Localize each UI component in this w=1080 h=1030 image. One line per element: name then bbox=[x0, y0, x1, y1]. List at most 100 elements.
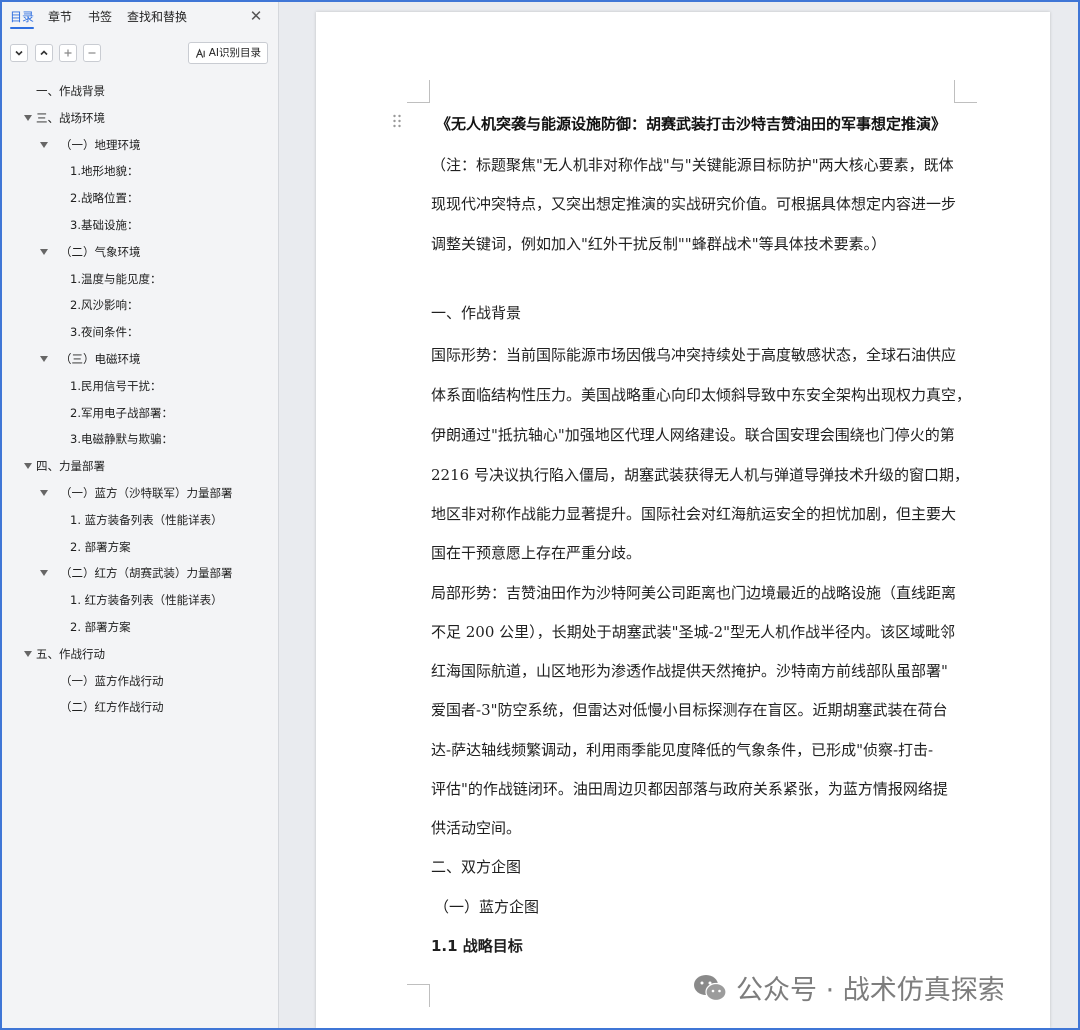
document-title[interactable]: 《无人机突袭与能源设施防御：胡赛武装打击沙特吉赞油田的军事想定推演》 bbox=[436, 113, 946, 134]
toc-item-label: （二）红方（胡赛武装）力量部署 bbox=[60, 566, 233, 581]
close-icon[interactable]: ✕ bbox=[248, 8, 264, 24]
toc-item[interactable]: （二）气象环境 bbox=[2, 241, 278, 263]
caret-down-icon[interactable] bbox=[24, 650, 32, 657]
drag-handle-icon[interactable] bbox=[392, 114, 402, 128]
toc-item[interactable]: （一）地理环境 bbox=[2, 134, 278, 156]
toc-item[interactable]: 1.温度与能见度： bbox=[2, 268, 278, 290]
plus-icon bbox=[64, 49, 72, 57]
navigation-pane: 目录 章节 书签 查找和替换 ✕ AI识别目录 一、作战背景 三、战场环境 （一）地… bbox=[2, 2, 279, 1028]
toc-item[interactable]: 2. 部署方案 bbox=[2, 616, 278, 638]
watermark: 公众号 · 战术仿真探索 bbox=[692, 968, 1005, 1007]
toc-item[interactable]: 1. 蓝方装备列表（性能详表） bbox=[2, 509, 278, 531]
tab-bookmarks[interactable]: 书签 bbox=[88, 8, 112, 25]
paragraph-line[interactable]: 国际形势：当前国际能源市场因俄乌冲突持续处于高度敏感状态，全球石油供应 bbox=[431, 344, 956, 365]
toc-item[interactable]: （一）蓝方（沙特联军）力量部署 bbox=[2, 482, 278, 504]
caret-down-icon[interactable] bbox=[24, 463, 32, 470]
collapse-all-button[interactable] bbox=[10, 44, 28, 62]
toc-item-label: 四、力量部署 bbox=[36, 459, 105, 474]
paragraph-line[interactable]: 调整关键词，例如加入"红外干扰反制""蜂群战术"等具体技术要素。） bbox=[431, 233, 886, 254]
caret-down-icon[interactable] bbox=[40, 570, 48, 577]
toc-item-label: 2. 部署方案 bbox=[70, 620, 131, 634]
caret-down-icon[interactable] bbox=[40, 356, 48, 362]
toc-item-label: 2.风沙影响： bbox=[70, 298, 139, 313]
toc-item-label: 1. 红方装备列表（性能详表） bbox=[70, 593, 223, 608]
ai-icon bbox=[195, 47, 205, 58]
paragraph-line[interactable]: （注：标题聚焦"无人机非对称作战"与"关键能源目标防护"两大核心要素，既体 bbox=[431, 154, 954, 175]
ai-recognize-toc-button[interactable]: AI识别目录 bbox=[187, 42, 268, 64]
toc-item[interactable]: （一）蓝方作战行动 bbox=[2, 670, 278, 692]
toc-item[interactable]: 1. 红方装备列表（性能详表） bbox=[2, 589, 278, 611]
wechat-icon bbox=[694, 974, 727, 1001]
paragraph-line[interactable]: 红海国际航道，山区地形为渗透作战提供天然掩护。沙特南方前线部队虽部署" bbox=[431, 660, 948, 681]
paragraph-line[interactable]: 达-萨达轴线频繁调动，利用雨季能见度降低的气象条件，已形成"侦察-打击- bbox=[431, 739, 933, 760]
toc-toolbar: AI识别目录 bbox=[10, 42, 270, 66]
caret-down-icon[interactable] bbox=[24, 114, 32, 121]
promote-button[interactable] bbox=[59, 44, 77, 62]
toc-item[interactable]: 3.电磁静默与欺骗： bbox=[2, 428, 278, 450]
ai-button-label: AI识别目录 bbox=[208, 47, 261, 59]
expand-all-button[interactable] bbox=[35, 44, 53, 62]
caret-down-icon[interactable] bbox=[40, 490, 48, 496]
watermark-text: 公众号 · 战术仿真探索 bbox=[736, 975, 1005, 1006]
paragraph-line[interactable]: 不足 200 公里），长期处于胡塞武装"圣城-2"型无人机作战半径内。该区域毗邻 bbox=[431, 621, 955, 642]
tab-toc[interactable]: 目录 bbox=[10, 8, 35, 29]
paragraph-line[interactable]: 2216 号决议执行陷入僵局，胡塞武装获得无人机与弹道导弹技术升级的窗口期， bbox=[431, 464, 969, 485]
toc-item[interactable]: 2. 部署方案 bbox=[2, 536, 278, 558]
section-heading[interactable]: 一、作战背景 bbox=[431, 302, 521, 323]
toc-item[interactable]: （二）红方（胡赛武装）力量部署 bbox=[2, 562, 278, 584]
toc-item[interactable]: 2.军用电子战部署： bbox=[2, 402, 278, 424]
page-margin-mark bbox=[407, 984, 430, 1007]
toc-item[interactable]: （二）红方作战行动 bbox=[2, 696, 278, 718]
demote-button[interactable] bbox=[83, 44, 101, 62]
paragraph-line[interactable]: 供活动空间。 bbox=[431, 817, 521, 838]
toc-item-label: 五、作战行动 bbox=[36, 646, 105, 661]
toc-item[interactable]: 四、力量部署 bbox=[2, 455, 278, 477]
minus-icon bbox=[88, 52, 96, 54]
paragraph-line[interactable]: 局部形势：吉赞油田作为沙特阿美公司距离也门边境最近的战略设施（直线距离 bbox=[431, 582, 956, 603]
toc-item-label: （二）红方作战行动 bbox=[60, 700, 164, 715]
toc-item[interactable]: 三、战场环境 bbox=[2, 107, 278, 129]
tab-find-replace[interactable]: 查找和替换 bbox=[127, 8, 187, 25]
toc-item[interactable]: 3.夜间条件： bbox=[2, 321, 278, 343]
paragraph-line[interactable]: 爱国者-3"防空系统，但雷达对低慢小目标探测存在盲区。近期胡塞武装在荷台 bbox=[431, 699, 948, 720]
chevron-down-icon bbox=[15, 50, 23, 56]
paragraph-line[interactable]: 国在干预意愿上存在严重分歧。 bbox=[431, 542, 641, 563]
document-page[interactable]: 《无人机突袭与能源设施防御：胡赛武装打击沙特吉赞油田的军事想定推演》 （注：标题聚… bbox=[316, 12, 1050, 1028]
chevron-up-icon bbox=[40, 50, 48, 56]
page-margin-mark bbox=[954, 80, 977, 103]
toc-item[interactable]: 3.基础设施： bbox=[2, 214, 278, 236]
toc-item-label: 1.民用信号干扰： bbox=[70, 378, 162, 393]
paragraph-line[interactable]: 体系面临结构性压力。美国战略重心向印太倾斜导致中东安全架构出现权力真空， bbox=[431, 384, 971, 405]
section-heading[interactable]: （一）蓝方企图 bbox=[434, 896, 539, 917]
toc-item-label: 1.温度与能见度： bbox=[70, 271, 162, 286]
toc-item[interactable]: 1.地形地貌： bbox=[2, 160, 278, 182]
page-margin-mark bbox=[407, 80, 430, 103]
toc-item[interactable]: （三）电磁环境 bbox=[2, 348, 278, 370]
toc-item-label: 三、战场环境 bbox=[36, 110, 105, 125]
paragraph-line[interactable]: 伊朗通过"抵抗轴心"加强地区代理人网络建设。联合国安理会围绕也门停火的第 bbox=[431, 424, 955, 445]
toc-item-label: （一）地理环境 bbox=[60, 137, 141, 152]
section-heading[interactable]: 1.1 战略目标 bbox=[431, 935, 523, 956]
toc-item-label: （一）蓝方作战行动 bbox=[60, 673, 164, 688]
toc-item-label: （一）蓝方（沙特联军）力量部署 bbox=[60, 486, 233, 500]
sidebar-tabs: 目录 章节 书签 查找和替换 ✕ bbox=[10, 8, 270, 32]
paragraph-line[interactable]: 现现代冲突特点，又突出想定推演的实战研究价值。可根据具体想定内容进一步 bbox=[431, 193, 956, 214]
paragraph-line[interactable]: 评估"的作战链闭环。油田周边贝都因部落与政府关系紧张，为蓝方情报网络提 bbox=[431, 778, 948, 799]
toc-item-label: 2.战略位置： bbox=[70, 191, 139, 206]
caret-down-icon[interactable] bbox=[40, 248, 48, 255]
toc-item[interactable]: 一、作战背景 bbox=[2, 80, 278, 102]
paragraph-line[interactable]: 地区非对称作战能力显著提升。国际社会对红海航运安全的担忧加剧，但主要大 bbox=[431, 503, 956, 524]
toc-item-label: 1.地形地貌： bbox=[70, 164, 139, 179]
toc-item-label: 3.基础设施： bbox=[70, 218, 139, 232]
toc-item-label: 2.军用电子战部署： bbox=[70, 405, 173, 420]
toc-item[interactable]: 1.民用信号干扰： bbox=[2, 375, 278, 397]
toc-item-label: 一、作战背景 bbox=[36, 84, 105, 98]
toc-item[interactable]: 2.战略位置： bbox=[2, 187, 278, 209]
toc-item-label: 3.电磁静默与欺骗： bbox=[70, 432, 173, 447]
toc-item[interactable]: 2.风沙影响： bbox=[2, 294, 278, 316]
document-area: 《无人机突袭与能源设施防御：胡赛武装打击沙特吉赞油田的军事想定推演》 （注：标题聚… bbox=[280, 2, 1078, 1028]
tab-sections[interactable]: 章节 bbox=[48, 8, 72, 25]
caret-down-icon[interactable] bbox=[40, 141, 48, 148]
section-heading[interactable]: 二、双方企图 bbox=[431, 856, 521, 877]
toc-item[interactable]: 五、作战行动 bbox=[2, 643, 278, 665]
